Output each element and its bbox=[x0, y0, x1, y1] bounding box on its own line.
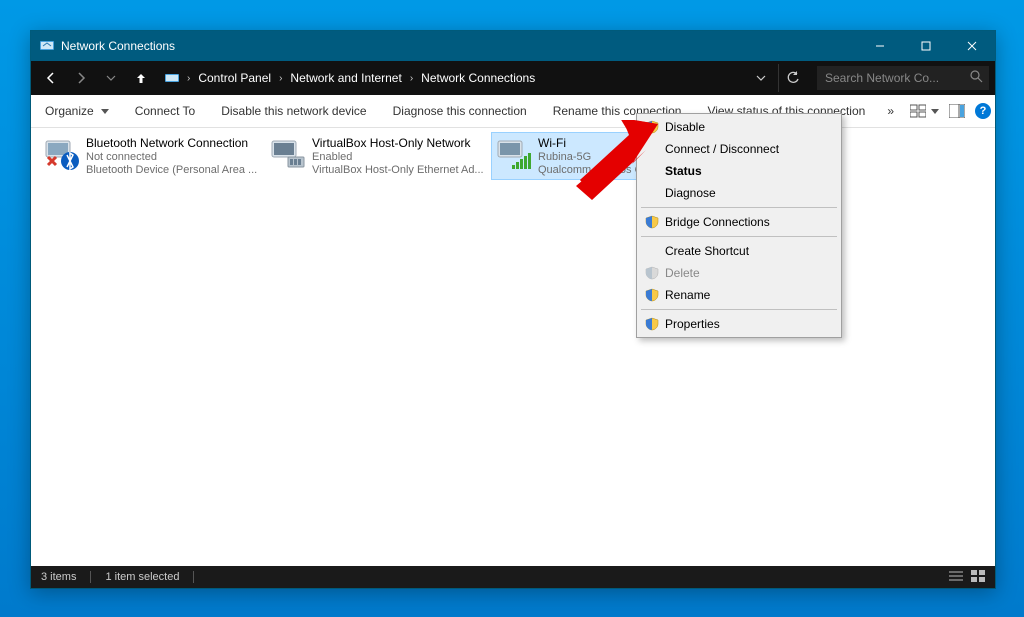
title-bar: Network Connections bbox=[31, 31, 995, 61]
recent-locations-button[interactable] bbox=[97, 64, 125, 92]
menu-rename[interactable]: Rename bbox=[639, 284, 839, 306]
connection-status: Not connected bbox=[86, 150, 257, 164]
items-view: Bluetooth Network Connection Not connect… bbox=[39, 132, 987, 180]
chevron-right-icon: › bbox=[408, 73, 415, 84]
shield-icon bbox=[644, 214, 660, 230]
chevron-down-icon bbox=[101, 109, 109, 114]
command-bar-right: ? bbox=[910, 103, 991, 119]
overflow-button[interactable]: » bbox=[885, 100, 896, 122]
bluetooth-adapter-icon bbox=[42, 135, 82, 175]
shield-icon bbox=[644, 316, 660, 332]
menu-bridge-connections[interactable]: Bridge Connections bbox=[639, 211, 839, 233]
menu-label: Connect / Disconnect bbox=[665, 142, 779, 156]
connection-item-virtualbox[interactable]: VirtualBox Host-Only Network Enabled Vir… bbox=[265, 132, 491, 180]
breadcrumb-segment[interactable]: Network Connections bbox=[419, 71, 537, 85]
connection-item-bluetooth[interactable]: Bluetooth Network Connection Not connect… bbox=[39, 132, 265, 180]
content-area: Bluetooth Network Connection Not connect… bbox=[31, 128, 995, 566]
app-icon bbox=[39, 38, 55, 54]
menu-label: Diagnose bbox=[665, 186, 716, 200]
address-breadcrumb[interactable]: › Control Panel › Network and Internet ›… bbox=[157, 66, 750, 90]
menu-label: Disable bbox=[665, 120, 705, 134]
menu-label: Properties bbox=[665, 317, 720, 331]
preview-pane-button[interactable] bbox=[949, 104, 965, 118]
menu-create-shortcut[interactable]: Create Shortcut bbox=[639, 240, 839, 262]
organize-label: Organize bbox=[45, 104, 94, 118]
menu-separator bbox=[641, 207, 837, 208]
organize-menu[interactable]: Organize bbox=[39, 100, 115, 122]
refresh-button[interactable] bbox=[778, 64, 807, 92]
help-button[interactable]: ? bbox=[975, 103, 991, 119]
separator bbox=[193, 571, 194, 583]
details-view-button[interactable] bbox=[949, 570, 963, 585]
menu-label: Status bbox=[665, 164, 702, 178]
window-controls bbox=[857, 31, 995, 61]
status-item-count: 3 items bbox=[41, 571, 76, 583]
shield-icon bbox=[644, 287, 660, 303]
up-button[interactable] bbox=[127, 64, 155, 92]
connection-device: VirtualBox Host-Only Ethernet Ad... bbox=[312, 163, 484, 177]
maximize-button[interactable] bbox=[903, 31, 949, 61]
menu-label: Bridge Connections bbox=[665, 215, 770, 229]
connection-text: VirtualBox Host-Only Network Enabled Vir… bbox=[312, 135, 484, 177]
shield-icon bbox=[644, 119, 660, 135]
chevron-down-icon bbox=[931, 109, 939, 114]
menu-label: Create Shortcut bbox=[665, 244, 749, 258]
navigation-bar: › Control Panel › Network and Internet ›… bbox=[31, 61, 995, 95]
menu-separator bbox=[641, 236, 837, 237]
breadcrumb-segment[interactable]: Control Panel bbox=[196, 71, 273, 85]
location-icon bbox=[163, 69, 181, 87]
menu-label: Rename bbox=[665, 288, 710, 302]
search-box[interactable] bbox=[817, 66, 989, 90]
connection-device: Bluetooth Device (Personal Area ... bbox=[86, 163, 257, 177]
shield-icon bbox=[644, 265, 660, 281]
menu-disable[interactable]: Disable bbox=[639, 116, 839, 138]
connection-name: Bluetooth Network Connection bbox=[86, 136, 257, 150]
search-icon bbox=[970, 70, 983, 86]
connect-to-button[interactable]: Connect To bbox=[129, 100, 202, 122]
menu-connect-disconnect[interactable]: Connect / Disconnect bbox=[639, 138, 839, 160]
menu-separator bbox=[641, 309, 837, 310]
window-frame: Network Connections bbox=[30, 30, 996, 589]
menu-delete: Delete bbox=[639, 262, 839, 284]
context-menu: Disable Connect / Disconnect Status Diag… bbox=[636, 113, 842, 338]
search-input[interactable] bbox=[823, 70, 964, 86]
close-button[interactable] bbox=[949, 31, 995, 61]
back-button[interactable] bbox=[37, 64, 65, 92]
menu-diagnose[interactable]: Diagnose bbox=[639, 182, 839, 204]
disable-device-button[interactable]: Disable this network device bbox=[215, 100, 372, 122]
command-bar: Organize Connect To Disable this network… bbox=[31, 95, 995, 128]
separator bbox=[90, 571, 91, 583]
status-selected-count: 1 item selected bbox=[105, 571, 179, 583]
menu-properties[interactable]: Properties bbox=[639, 313, 839, 335]
connection-name: VirtualBox Host-Only Network bbox=[312, 136, 484, 150]
wifi-adapter-icon bbox=[494, 135, 534, 175]
ethernet-adapter-icon bbox=[268, 135, 308, 175]
window-title: Network Connections bbox=[61, 39, 175, 53]
connection-text: Bluetooth Network Connection Not connect… bbox=[86, 135, 257, 177]
minimize-button[interactable] bbox=[857, 31, 903, 61]
menu-label: Delete bbox=[665, 266, 700, 280]
chevron-right-icon: › bbox=[277, 73, 284, 84]
breadcrumb-segment[interactable]: Network and Internet bbox=[288, 71, 403, 85]
diagnose-button[interactable]: Diagnose this connection bbox=[387, 100, 533, 122]
view-options-button[interactable] bbox=[910, 104, 939, 118]
chevron-right-icon: › bbox=[185, 73, 192, 84]
forward-button[interactable] bbox=[67, 64, 95, 92]
status-view-controls bbox=[949, 570, 985, 585]
connection-status: Enabled bbox=[312, 150, 484, 164]
breadcrumb-dropdown[interactable] bbox=[752, 61, 770, 95]
status-bar: 3 items 1 item selected bbox=[31, 566, 995, 588]
large-icons-view-button[interactable] bbox=[971, 570, 985, 585]
menu-status[interactable]: Status bbox=[639, 160, 839, 182]
